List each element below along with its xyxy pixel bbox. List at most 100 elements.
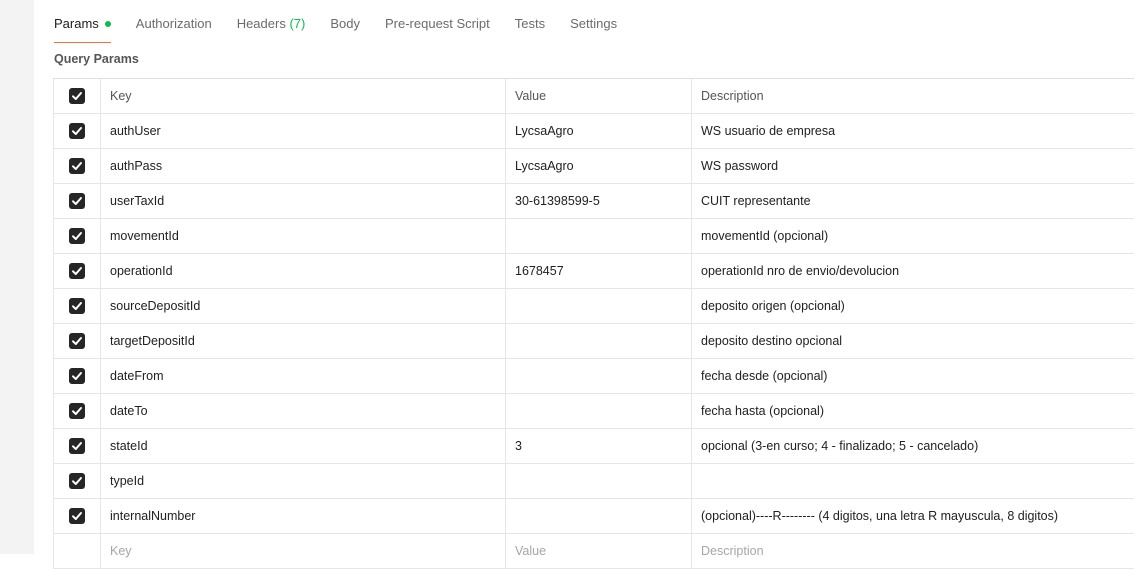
param-key-input[interactable]: authPass — [100, 149, 505, 183]
row-enabled-checkbox[interactable] — [69, 298, 85, 314]
checkmark-icon — [72, 267, 82, 275]
row-enabled-checkbox[interactable] — [69, 368, 85, 384]
row-check-cell[interactable] — [53, 324, 100, 358]
header-select-all-cell[interactable] — [53, 79, 100, 113]
row-check-cell[interactable] — [53, 464, 100, 498]
row-enabled-checkbox[interactable] — [69, 333, 85, 349]
param-key-input[interactable]: targetDepositId — [100, 324, 505, 358]
param-value-input[interactable]: LycsaAgro — [505, 114, 691, 148]
row-check-cell[interactable] — [53, 184, 100, 218]
select-all-checkbox[interactable] — [69, 88, 85, 104]
column-header-value: Value — [505, 79, 691, 113]
row-enabled-checkbox[interactable] — [69, 123, 85, 139]
table-body: authUser LycsaAgro WS usuario de empresa au… — [53, 114, 1134, 534]
new-key-input[interactable]: Key — [100, 534, 505, 568]
param-value-input[interactable] — [505, 464, 691, 498]
row-enabled-checkbox[interactable] — [69, 473, 85, 489]
tab-headers-label: Headers — [236, 16, 286, 31]
param-description-input[interactable]: fecha desde (opcional) — [691, 359, 1134, 393]
param-key-input[interactable]: operationId — [100, 254, 505, 288]
row-check-cell[interactable] — [53, 254, 100, 288]
row-check-cell[interactable] — [53, 499, 100, 533]
param-description-input[interactable] — [691, 464, 1134, 498]
tab-authorization[interactable]: Authorization — [136, 0, 212, 44]
query-params-table: Key Value Description authUser LycsaAgro W… — [53, 78, 1134, 569]
params-active-dot-icon — [104, 20, 111, 27]
param-description-input[interactable]: WS password — [691, 149, 1134, 183]
table-header-row: Key Value Description — [53, 79, 1134, 114]
param-value-input[interactable] — [505, 499, 691, 533]
tab-authorization-label: Authorization — [135, 16, 212, 31]
row-enabled-checkbox[interactable] — [69, 158, 85, 174]
param-description-input[interactable]: deposito destino opcional — [691, 324, 1134, 358]
row-check-cell[interactable] — [53, 289, 100, 323]
param-description-input[interactable]: operationId nro de envio/devolucion — [691, 254, 1134, 288]
table-row: movementId movementId (opcional) — [53, 219, 1134, 254]
param-value-input[interactable]: 30-61398599-5 — [505, 184, 691, 218]
param-key-input[interactable]: typeId — [100, 464, 505, 498]
param-value-input[interactable] — [505, 394, 691, 428]
new-param-row: Key Value Description — [53, 534, 1134, 569]
param-key-input[interactable]: sourceDepositId — [100, 289, 505, 323]
checkmark-icon — [72, 442, 82, 450]
row-check-cell[interactable] — [53, 359, 100, 393]
param-description-input[interactable]: CUIT representante — [691, 184, 1134, 218]
row-check-cell[interactable] — [53, 429, 100, 463]
param-key-input[interactable]: userTaxId — [100, 184, 505, 218]
row-enabled-checkbox[interactable] — [69, 508, 85, 524]
param-description-input[interactable]: movementId (opcional) — [691, 219, 1134, 253]
param-value-input[interactable] — [505, 289, 691, 323]
param-key-input[interactable]: movementId — [100, 219, 505, 253]
tab-body[interactable]: Body — [330, 0, 360, 44]
param-description-input[interactable]: deposito origen (opcional) — [691, 289, 1134, 323]
new-description-input[interactable]: Description — [691, 534, 1134, 568]
column-header-key: Key — [100, 79, 505, 113]
new-row-check-cell — [53, 534, 100, 568]
param-value-input[interactable]: 3 — [505, 429, 691, 463]
row-enabled-checkbox[interactable] — [69, 438, 85, 454]
param-value-input[interactable] — [505, 359, 691, 393]
param-value-input[interactable] — [505, 324, 691, 358]
row-check-cell[interactable] — [53, 149, 100, 183]
table-row: dateFrom fecha desde (opcional) — [53, 359, 1134, 394]
row-enabled-checkbox[interactable] — [69, 403, 85, 419]
tab-params-label: Params — [54, 16, 99, 31]
tab-tests-label: Tests — [514, 16, 546, 31]
query-params-title: Query Params — [54, 52, 139, 66]
tab-body-label: Body — [330, 16, 360, 31]
tab-params[interactable]: Params — [54, 0, 111, 44]
tab-pre-request-script-label: Pre-request Script — [384, 16, 490, 31]
row-enabled-checkbox[interactable] — [69, 228, 85, 244]
checkmark-icon — [72, 512, 82, 520]
row-enabled-checkbox[interactable] — [69, 193, 85, 209]
param-value-input[interactable]: LycsaAgro — [505, 149, 691, 183]
tab-settings[interactable]: Settings — [570, 0, 617, 44]
checkmark-icon — [72, 127, 82, 135]
param-key-input[interactable]: stateId — [100, 429, 505, 463]
param-description-input[interactable]: WS usuario de empresa — [691, 114, 1134, 148]
param-key-input[interactable]: internalNumber — [100, 499, 505, 533]
tab-headers[interactable]: Headers (7) — [237, 0, 306, 44]
param-value-input[interactable]: 1678457 — [505, 254, 691, 288]
checkmark-icon — [72, 92, 82, 100]
checkmark-icon — [72, 197, 82, 205]
tab-pre-request-script[interactable]: Pre-request Script — [385, 0, 490, 44]
row-check-cell[interactable] — [53, 114, 100, 148]
param-key-input[interactable]: dateFrom — [100, 359, 505, 393]
checkmark-icon — [72, 372, 82, 380]
param-description-input[interactable]: opcional (3-en curso; 4 - finalizado; 5 … — [691, 429, 1134, 463]
table-row: authUser LycsaAgro WS usuario de empresa — [53, 114, 1134, 149]
param-description-input[interactable]: fecha hasta (opcional) — [691, 394, 1134, 428]
row-check-cell[interactable] — [53, 219, 100, 253]
table-row: stateId 3 opcional (3-en curso; 4 - finali… — [53, 429, 1134, 464]
param-key-input[interactable]: dateTo — [100, 394, 505, 428]
table-row: targetDepositId deposito destino opcional — [53, 324, 1134, 359]
row-enabled-checkbox[interactable] — [69, 263, 85, 279]
param-key-input[interactable]: authUser — [100, 114, 505, 148]
new-value-input[interactable]: Value — [505, 534, 691, 568]
tab-tests[interactable]: Tests — [515, 0, 545, 44]
row-check-cell[interactable] — [53, 394, 100, 428]
tab-settings-label: Settings — [570, 16, 618, 31]
param-description-input[interactable]: (opcional)----R-------- (4 digitos, una … — [691, 499, 1134, 533]
param-value-input[interactable] — [505, 219, 691, 253]
